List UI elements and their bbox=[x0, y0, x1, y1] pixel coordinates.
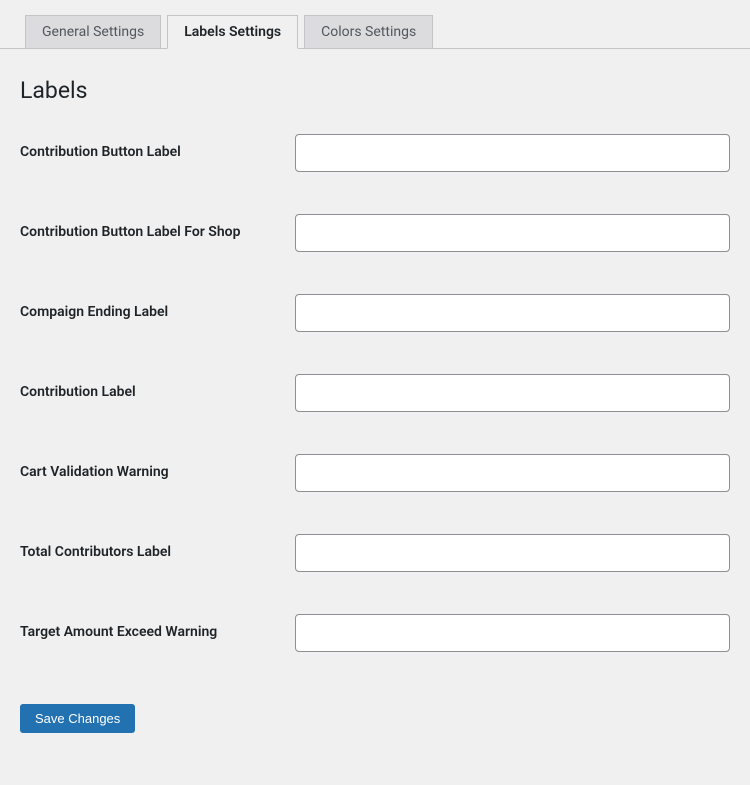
input-campaign-ending[interactable] bbox=[295, 294, 730, 332]
field-row-total-contributors: Total Contributors Label bbox=[20, 534, 730, 572]
field-row-campaign-ending: Compaign Ending Label bbox=[20, 294, 730, 332]
label-contribution: Contribution Label bbox=[20, 374, 295, 403]
label-contribution-button-shop: Contribution Button Label For Shop bbox=[20, 214, 295, 243]
tab-labels-settings[interactable]: Labels Settings bbox=[167, 15, 298, 49]
label-cart-validation: Cart Validation Warning bbox=[20, 454, 295, 483]
tab-general-settings[interactable]: General Settings bbox=[25, 15, 161, 48]
input-total-contributors[interactable] bbox=[295, 534, 730, 572]
input-contribution-button[interactable] bbox=[295, 134, 730, 172]
field-row-contribution-button: Contribution Button Label bbox=[20, 134, 730, 172]
label-total-contributors: Total Contributors Label bbox=[20, 534, 295, 563]
label-target-exceed: Target Amount Exceed Warning bbox=[20, 614, 295, 643]
tab-colors-settings[interactable]: Colors Settings bbox=[304, 15, 433, 48]
label-campaign-ending: Compaign Ending Label bbox=[20, 294, 295, 323]
field-row-target-exceed: Target Amount Exceed Warning bbox=[20, 614, 730, 652]
field-row-contribution-button-shop: Contribution Button Label For Shop bbox=[20, 214, 730, 252]
settings-tabs: General Settings Labels Settings Colors … bbox=[0, 0, 750, 49]
input-contribution[interactable] bbox=[295, 374, 730, 412]
input-target-exceed[interactable] bbox=[295, 614, 730, 652]
save-button[interactable]: Save Changes bbox=[20, 704, 135, 733]
section-heading: Labels bbox=[20, 77, 730, 104]
input-cart-validation[interactable] bbox=[295, 454, 730, 492]
settings-content: Labels Contribution Button Label Contrib… bbox=[0, 49, 750, 753]
field-row-contribution: Contribution Label bbox=[20, 374, 730, 412]
input-contribution-button-shop[interactable] bbox=[295, 214, 730, 252]
field-row-cart-validation: Cart Validation Warning bbox=[20, 454, 730, 492]
label-contribution-button: Contribution Button Label bbox=[20, 134, 295, 163]
